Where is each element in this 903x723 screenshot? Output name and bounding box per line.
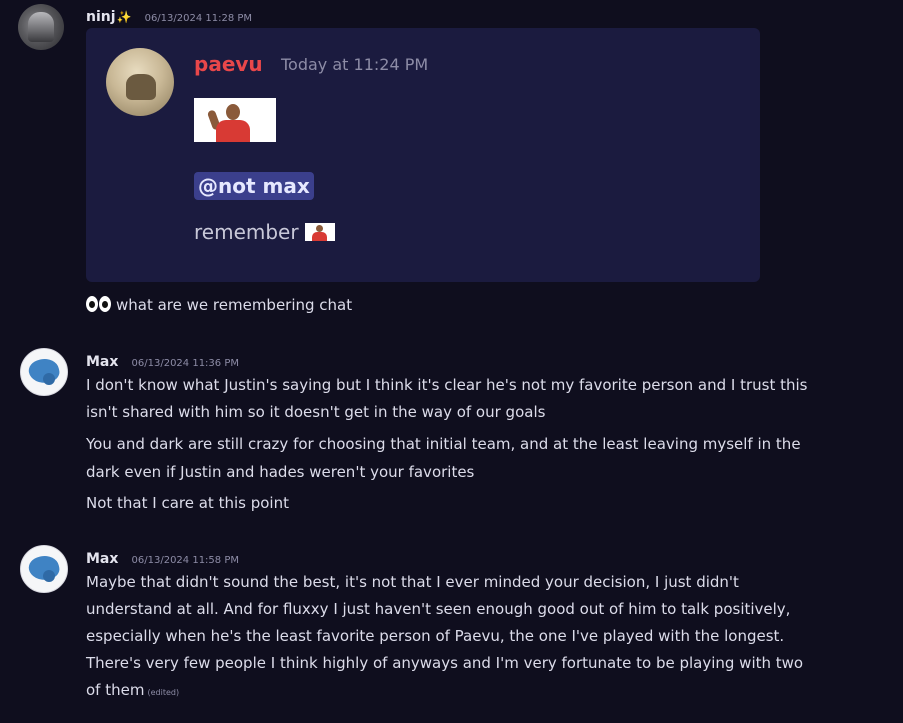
- message-header: ninj✨ 06/13/2024 11:28 PM: [86, 6, 252, 25]
- timestamp: 06/13/2024 11:28 PM: [144, 13, 253, 24]
- edited-label: (edited): [147, 688, 180, 697]
- username[interactable]: Max: [86, 354, 118, 370]
- timestamp: 06/13/2024 11:58 PM: [131, 555, 239, 566]
- message-line: understand at all. And for fluxxy I just…: [86, 600, 791, 618]
- message-line: Maybe that didn't sound the best, it's n…: [86, 573, 739, 591]
- sparkle-icon: ✨: [116, 10, 132, 24]
- message-line: There's very few people I think highly o…: [86, 654, 804, 672]
- message-header: Max 06/13/2024 11:58 PM: [86, 548, 239, 567]
- avatar[interactable]: [20, 545, 68, 593]
- quoted-username[interactable]: paevu: [194, 52, 263, 76]
- timestamp: 06/13/2024 11:36 PM: [131, 358, 239, 369]
- message-line: isn't shared with him so it doesn't get …: [86, 403, 546, 421]
- message-text: of them: [86, 681, 145, 699]
- message-line: I don't know what Justin's saying but I …: [86, 376, 808, 394]
- eyes-emoji-icon: [86, 296, 112, 316]
- message-header: Max 06/13/2024 11:36 PM: [86, 351, 239, 370]
- username[interactable]: ninj: [86, 9, 116, 25]
- user-mention[interactable]: @not max: [194, 172, 314, 200]
- quoted-text: remember: [194, 220, 335, 244]
- username[interactable]: Max: [86, 551, 118, 567]
- message-line: Not that I care at this point: [86, 494, 289, 512]
- avatar[interactable]: [18, 4, 64, 50]
- message-line: dark even if Justin and hades weren't yo…: [86, 463, 475, 481]
- message-text: what are we remembering chat: [116, 296, 353, 314]
- quoted-message[interactable]: paevu Today at 11:24 PM @not max remembe…: [86, 28, 760, 282]
- avatar[interactable]: [106, 48, 174, 116]
- quoted-timestamp: Today at 11:24 PM: [281, 55, 429, 74]
- message-line: of them (edited): [86, 681, 179, 699]
- message-line: what are we remembering chat: [86, 296, 352, 316]
- custom-emoji-image: [194, 98, 276, 142]
- avatar[interactable]: [20, 348, 68, 396]
- quoted-text-content: remember: [194, 220, 299, 244]
- message-line: You and dark are still crazy for choosin…: [86, 435, 801, 453]
- custom-emoji-icon: [304, 223, 335, 241]
- message-line: especially when he's the least favorite …: [86, 627, 785, 645]
